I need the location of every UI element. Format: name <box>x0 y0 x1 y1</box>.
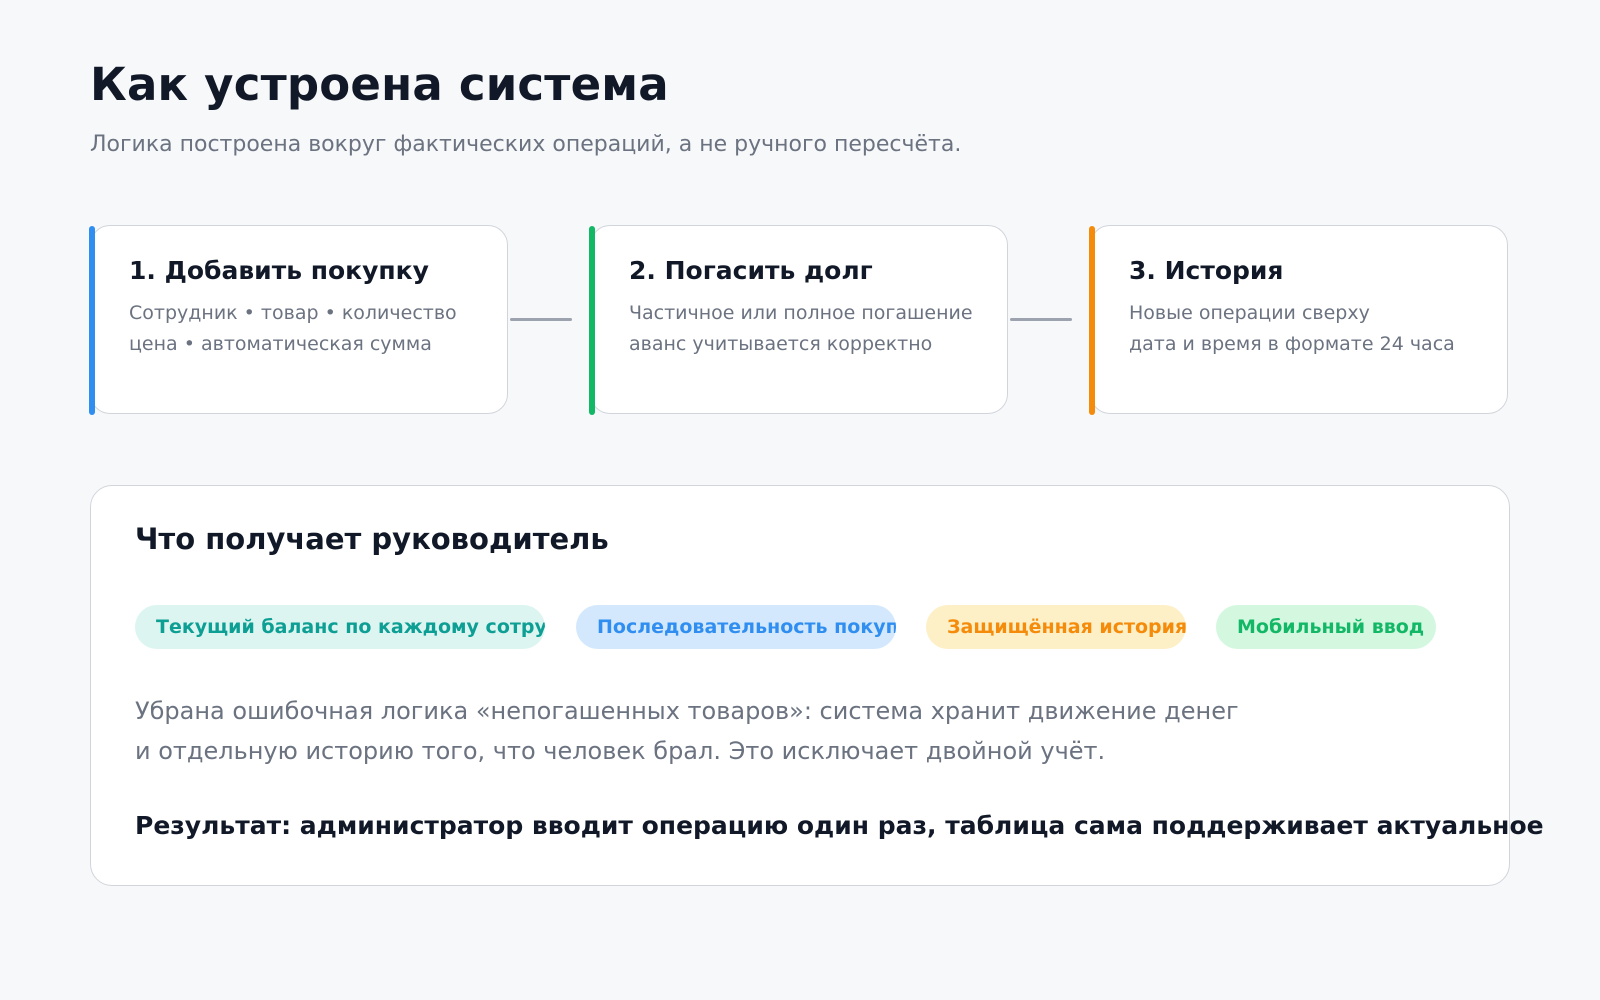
step-title: 2. Погасить долг <box>629 256 873 285</box>
step-card-add-purchase: 1. Добавить покупку Сотрудник • товар • … <box>89 225 508 415</box>
page-subtitle: Логика построена вокруг фактических опер… <box>90 132 962 157</box>
step-card-repay-debt: 2. Погасить долг Частичное или полное по… <box>589 225 1008 415</box>
panel-title: Что получает руководитель <box>135 522 609 556</box>
step-connector <box>510 318 572 321</box>
description-line-1: Убрана ошибочная логика «непогашенных то… <box>135 697 1239 725</box>
tag-purchase-sequence: Последовательность покупок <box>576 605 896 649</box>
step-accent-bar <box>89 226 95 415</box>
tag-current-balance: Текущий баланс по каждому сотруднику <box>135 605 545 649</box>
step-card-history: 3. История Новые операции сверху дата и … <box>1089 225 1508 415</box>
step-detail-line-2: дата и время в формате 24 часа <box>1129 333 1455 355</box>
step-detail-line-2: цена • автоматическая сумма <box>129 333 432 355</box>
result-statement: Результат: администратор вводит операцию… <box>135 811 1544 840</box>
tag-mobile-input: Мобильный ввод <box>1216 605 1436 649</box>
manager-benefits-panel: Что получает руководитель Текущий баланс… <box>90 485 1544 886</box>
step-accent-bar <box>1089 226 1095 415</box>
step-detail-line-1: Сотрудник • товар • количество <box>129 302 457 324</box>
page-title: Как устроена система <box>90 58 669 111</box>
canvas: Как устроена система Логика построена во… <box>0 0 1600 1000</box>
step-title: 1. Добавить покупку <box>129 256 429 285</box>
step-title: 3. История <box>1129 256 1284 285</box>
step-detail-line-1: Новые операции сверху <box>1129 302 1370 324</box>
step-detail-line-1: Частичное или полное погашение <box>629 302 973 324</box>
description-line-2: и отдельную историю того, что человек бр… <box>135 737 1106 765</box>
step-detail-line-2: аванс учитывается корректно <box>629 333 933 355</box>
step-accent-bar <box>589 226 595 415</box>
tag-protected-history: Защищённая история <box>926 605 1186 649</box>
step-connector <box>1010 318 1072 321</box>
